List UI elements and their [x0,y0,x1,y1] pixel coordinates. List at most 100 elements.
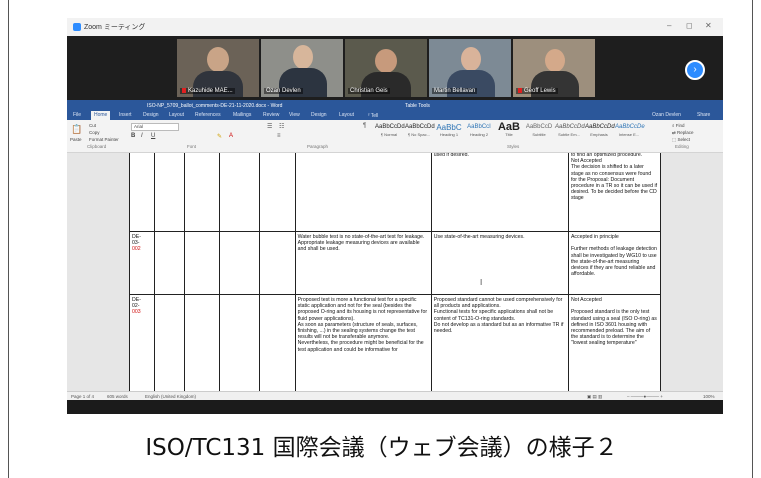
tab-mailings[interactable]: Mailings [233,112,251,118]
bold-button[interactable]: B [131,133,135,139]
proposed-change-cell: used if desired. [430,153,569,232]
tab-references[interactable]: References [195,112,221,118]
comment-cell: Proposed test is more a functional test … [294,294,432,391]
member-code-cell: DE- 02- 003 [128,294,156,391]
table-cell [183,153,221,232]
tab-home[interactable]: Home [91,111,111,120]
highlight-icon[interactable]: ✎ [217,133,222,140]
zoom-level[interactable]: 100% [703,394,715,399]
zoom-slider[interactable]: – ────●──── + [627,394,663,399]
paste-button[interactable]: Paste [70,137,82,142]
table-row: DE- 02- 003 Proposed test is more a funct… [128,294,662,391]
zoom-window-title: Zoom ミーティング [84,24,146,31]
table-cell [154,294,185,391]
copy-button[interactable]: Copy [89,130,100,135]
bullets-icon[interactable]: ☰ [267,123,272,130]
participant-head [545,49,565,72]
style-title[interactable]: AaB Title [495,122,523,138]
underline-button[interactable]: U [151,133,155,139]
zoom-logo-icon [73,23,81,31]
tab-insert[interactable]: Insert [119,112,132,118]
tab-design[interactable]: Design [143,112,159,118]
align-icon[interactable]: ≡ [277,133,281,139]
table-cell [259,294,296,391]
video-strip: Kazuhide MAE... Ozan Devlen Christian Ge… [67,36,723,100]
style-no-spacing[interactable]: AaBbCcDd ¶ No Spac... [405,123,435,137]
participant-name: Christian Geis [348,88,390,94]
maximize-button[interactable]: ◻ [686,21,693,30]
screenshot: Zoom ミーティング – ◻ ✕ Kazuhide MAE... Ozan D… [67,18,723,414]
observation-cell: Accepted in principle Further methods of… [567,231,662,295]
figure-frame: Zoom ミーティング – ◻ ✕ Kazuhide MAE... Ozan D… [8,0,753,478]
participant-tile[interactable]: Geoff Lewis [513,39,595,97]
zoom-titlebar: Zoom ミーティング – ◻ ✕ [67,18,723,37]
proposed-change-cell: Use state-of-the-art measuring devices. [430,231,569,295]
format-painter-button[interactable]: Format Painter [89,137,119,142]
group-clipboard: Clipboard [87,144,107,149]
mic-muted-icon [518,87,522,93]
observation-cell: to find an optimized procedure. Not Acce… [567,153,662,232]
participant-name: Martin Bellavan [432,88,478,94]
share-button[interactable]: Share [697,112,710,118]
ribbon: 📋 Paste Cut Copy Format Painter Arial B … [67,120,723,153]
document-canvas[interactable]: used if desired. to find an optimized pr… [67,153,723,391]
italic-button[interactable]: I [141,133,143,139]
close-button[interactable]: ✕ [705,21,712,30]
participant-tile[interactable]: Kazuhide MAE... [177,39,259,97]
find-button[interactable]: ⌕ Find [672,123,685,128]
tell-me-box[interactable]: ♀ Tell me what you want to do [367,112,381,155]
style-heading-1[interactable]: AaBbC Heading 1 [435,123,463,137]
next-page-button[interactable]: › [685,60,705,80]
style-intense-emphasis[interactable]: AaBbCcDe Intense E... [615,123,645,137]
style-subtle-emphasis[interactable]: AaBbCcDd Subtle Em... [555,123,585,137]
tab-view[interactable]: View [289,112,300,118]
comment-cell: Water bubble test is no state-of-the-art… [294,231,432,295]
pilcrow-icon[interactable]: ¶ [363,123,366,129]
style-emphasis[interactable]: AaBbCcDd Emphasis [585,123,615,137]
font-color-icon[interactable]: A [229,133,233,139]
table-cell [154,153,185,232]
tab-layout[interactable]: Layout [169,112,184,118]
participant-head [207,47,229,72]
participant-head [461,47,481,71]
paste-icon[interactable]: 📋 [71,124,82,135]
numbering-icon[interactable]: ☷ [279,123,284,130]
participant-name: Ozan Devlen [264,88,303,94]
participant-head [375,49,397,73]
participant-tile[interactable]: Martin Bellavan [429,39,511,97]
document-page[interactable]: used if desired. to find an optimized pr… [128,153,662,391]
table-row: used if desired. to find an optimized pr… [128,153,662,232]
tab-file[interactable]: File [73,112,81,118]
table-cell [219,231,261,295]
style-subtitle[interactable]: AaBbCcD Subtitle [525,123,553,137]
tab-table-design[interactable]: Design [311,112,327,118]
word-window: ISO-NP_5709_ballot_comments-DE-21-11-202… [67,100,723,401]
participant-tile[interactable]: Ozan Devlen [261,39,343,97]
table-row: DE- 03- 002 Water bubble test is no state… [128,231,662,295]
figure-caption: ISO/TC131 国際会議（ウェブ会議）の様子２ [145,435,618,461]
mic-muted-icon [182,87,186,93]
table-cell [154,231,185,295]
observation-cell: Not Accepted Proposed standard is the on… [567,294,662,391]
user-name[interactable]: Ozan Devlen [652,112,681,118]
participant-head [293,45,313,69]
select-button[interactable]: ⬚ Select [672,137,690,143]
tab-review[interactable]: Review [263,112,279,118]
minimize-button[interactable]: – [667,21,671,30]
tab-table-layout[interactable]: Layout [339,112,354,118]
page-count[interactable]: Page 1 of 4 [71,394,94,399]
language[interactable]: English (United Kingdom) [145,394,196,399]
replace-button[interactable]: ⇄ Replace [672,130,694,136]
style-normal[interactable]: AaBbCcDd ¶ Normal [375,123,405,137]
group-paragraph: Paragraph [307,144,329,149]
participant-name: Geoff Lewis [516,87,558,94]
table-cell [259,153,296,232]
ribbon-tabs: File Home Insert Design Layout Reference… [67,111,723,155]
style-heading-2[interactable]: AaBbCcI Heading 2 [465,123,493,137]
word-count[interactable]: 605 words [107,394,128,399]
cut-button[interactable]: Cut [89,123,96,128]
participant-name: Kazuhide MAE... [180,87,235,94]
participant-tile[interactable]: Christian Geis [345,39,427,97]
proposed-change-cell: Proposed standard cannot be used compreh… [430,294,569,391]
font-name-select[interactable]: Arial [131,123,179,131]
